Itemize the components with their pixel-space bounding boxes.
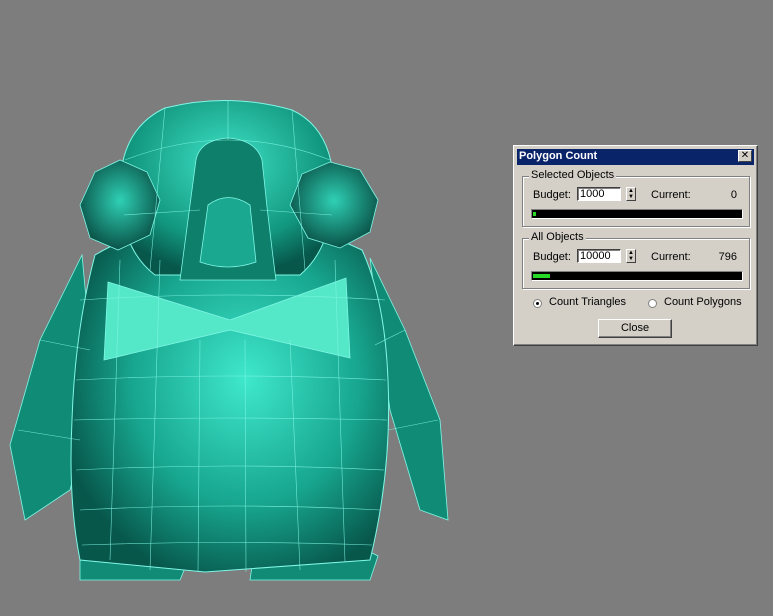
selected-budget-input[interactable]: 1000 bbox=[577, 187, 621, 201]
all-budget-spinner[interactable]: ▲ ▼ bbox=[626, 249, 636, 263]
selected-current-value: 0 bbox=[730, 189, 737, 201]
dialog-title: Polygon Count bbox=[519, 150, 598, 162]
count-triangles-label[interactable]: Count Triangles bbox=[549, 296, 626, 308]
count-polygons-label[interactable]: Count Polygons bbox=[664, 296, 742, 308]
selected-budget-label: Budget: bbox=[533, 189, 571, 201]
all-budget-label: Budget: bbox=[533, 251, 571, 263]
all-progress-fill bbox=[533, 274, 550, 278]
selected-current-label: Current: bbox=[651, 189, 691, 201]
selected-objects-group: Selected Objects Budget: 1000 ▲ ▼ Current… bbox=[522, 169, 750, 227]
selected-progress-fill bbox=[533, 212, 536, 216]
selected-budget-spinner[interactable]: ▲ ▼ bbox=[626, 187, 636, 201]
all-budget-input[interactable]: 10000 bbox=[577, 249, 621, 263]
selected-objects-label: Selected Objects bbox=[529, 169, 617, 181]
count-triangles-radio[interactable] bbox=[533, 299, 542, 308]
all-current-value: 796 bbox=[718, 251, 737, 263]
polygon-count-dialog: Polygon Count ✕ Selected Objects Budget:… bbox=[513, 145, 758, 346]
all-current-label: Current: bbox=[651, 251, 691, 263]
dialog-titlebar[interactable]: Polygon Count ✕ bbox=[517, 149, 754, 165]
all-objects-label: All Objects bbox=[529, 231, 586, 243]
close-button[interactable]: Close bbox=[598, 319, 672, 338]
count-polygons-radio[interactable] bbox=[648, 299, 657, 308]
all-objects-group: All Objects Budget: 10000 ▲ ▼ Current: 79… bbox=[522, 231, 750, 289]
penguin-model[interactable] bbox=[9, 100, 449, 581]
selected-progress-bar bbox=[531, 209, 743, 219]
all-progress-bar bbox=[531, 271, 743, 281]
close-icon[interactable]: ✕ bbox=[738, 150, 752, 162]
